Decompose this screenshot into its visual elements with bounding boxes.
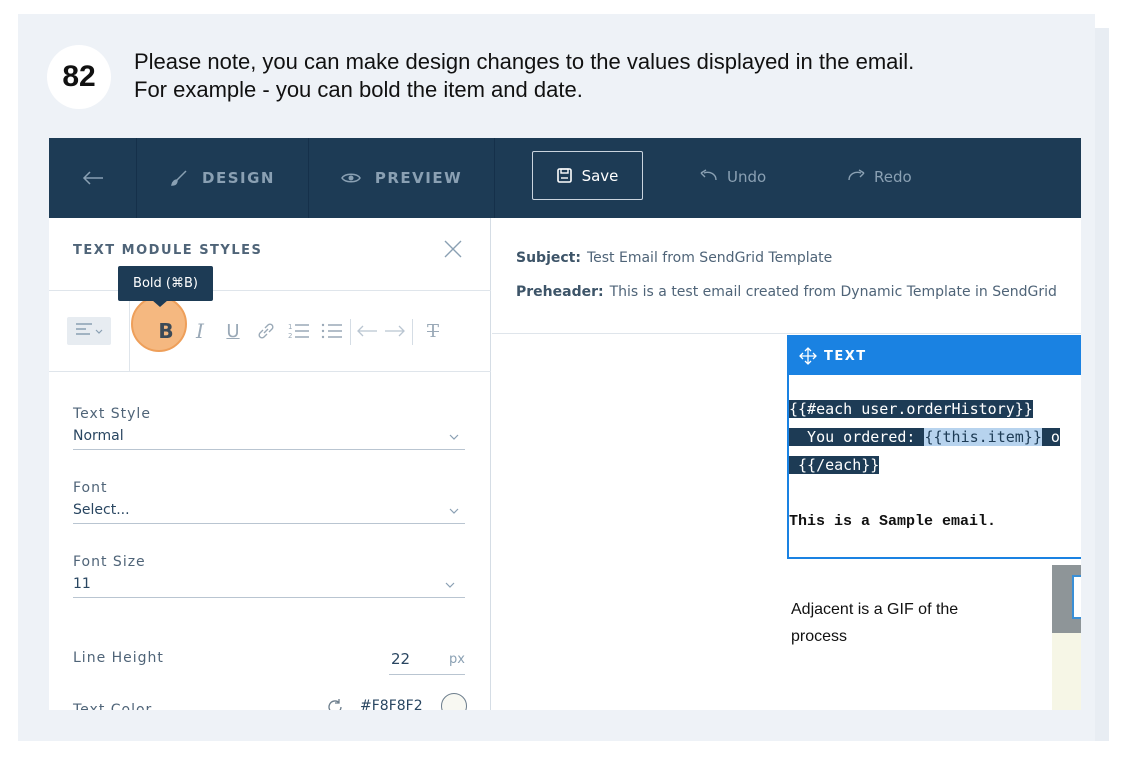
code-line-1[interactable]: {{#each user.orderHistory}} [789, 400, 1033, 418]
chevron-down-icon [449, 430, 459, 443]
tab-preview-label: PREVIEW [374, 169, 463, 187]
chevron-down-icon [445, 578, 455, 591]
gif-note-line-2: process [791, 628, 848, 645]
font-field[interactable]: Font Select... [73, 480, 465, 524]
eye-icon [340, 172, 361, 184]
close-icon[interactable] [444, 240, 466, 262]
arrow-left-icon [82, 166, 104, 191]
line-height-unit: px [449, 652, 465, 667]
back-button[interactable] [49, 138, 137, 218]
code-line-2[interactable]: You ordered: {{this.item}} o [789, 428, 1060, 446]
save-label: Save [581, 166, 619, 185]
underline-button[interactable]: U [222, 317, 244, 345]
code-line-1-text: {{#each user.orderHistory}} [789, 400, 1033, 418]
format-toolbar: B I U 12 T [49, 291, 491, 372]
text-module-label: TEXT [824, 348, 867, 364]
subject-label: Subject: [516, 250, 581, 266]
move-icon[interactable] [799, 347, 817, 365]
code-line-3-text: {{/each}} [789, 456, 880, 474]
font-label: Font [73, 480, 108, 496]
step-number-badge: 82 [47, 45, 111, 109]
bold-button[interactable]: B [153, 317, 179, 345]
step-instruction: Please note, you can make design changes… [134, 48, 1064, 104]
font-size-value: 11 [73, 576, 91, 592]
brush-icon [170, 169, 188, 187]
email-preview: Subject: Test Email from SendGrid Templat… [492, 218, 1081, 710]
gif-note-line-1: Adjacent is a GIF of the [791, 601, 959, 618]
redo-label: Redo [874, 168, 912, 186]
ordered-list-icon[interactable]: 12 [287, 317, 311, 345]
clear-format-icon: T [426, 320, 439, 342]
line-height-input[interactable]: 22 [391, 650, 410, 668]
code-line-2-selected: {{this.item}} [924, 428, 1042, 446]
color-swatch[interactable] [441, 693, 467, 710]
reset-icon[interactable] [326, 698, 344, 710]
svg-text:2: 2 [288, 332, 292, 340]
text-module-styles-panel: TEXT MODULE STYLES B I U 12 T Bold (⌘B) … [49, 218, 491, 710]
font-select[interactable]: Select... [73, 502, 465, 524]
divider [412, 319, 413, 345]
align-dropdown[interactable] [67, 317, 111, 345]
text-color-value[interactable]: #F8F8F2 [360, 698, 423, 710]
code-line-2-prefix: You ordered: [789, 428, 925, 446]
text-style-select[interactable]: Normal [73, 428, 465, 450]
font-size-label: Font Size [73, 554, 146, 570]
chevron-down-icon [95, 322, 103, 340]
italic-button[interactable]: I [189, 317, 211, 345]
preheader-line: Preheader: This is a test email created f… [516, 284, 1057, 300]
text-module-header[interactable]: TEXT [789, 337, 1081, 375]
gif-note: Adjacent is a GIF of the process [791, 596, 1001, 650]
tab-design[interactable]: DESIGN [137, 138, 309, 218]
save-icon [556, 168, 572, 183]
divider [350, 319, 351, 345]
chevron-down-icon [449, 504, 459, 517]
text-style-field[interactable]: Text Style Normal [73, 406, 465, 450]
divider [129, 291, 130, 372]
tab-design-label: DESIGN [202, 169, 275, 187]
divider [492, 333, 1081, 334]
text-module[interactable]: TEXT {{#each user.orderHistory}} You ord… [787, 335, 1081, 559]
font-size-select[interactable]: 11 [73, 576, 465, 598]
align-left-icon [75, 322, 93, 340]
preheader-label: Preheader: [516, 284, 604, 300]
svg-text:1: 1 [288, 323, 292, 331]
clear-format-button[interactable]: T [421, 317, 445, 345]
sendgrid-editor: DESIGN PREVIEW Save Undo Redo TEXT MODUL… [49, 138, 1081, 710]
preheader-value: This is a test email created from Dynami… [609, 284, 1057, 300]
editor-topbar: DESIGN PREVIEW Save Undo Redo [49, 138, 1081, 218]
code-line-2-suffix: o [1041, 428, 1060, 446]
text-style-label: Text Style [73, 406, 151, 422]
link-icon[interactable] [254, 317, 278, 345]
sample-text[interactable]: This is a Sample email. [789, 513, 996, 530]
outdent-icon[interactable] [355, 317, 379, 345]
instruction-line-2: For example - you can bold the item and … [134, 77, 583, 102]
undo-button[interactable]: Undo [699, 162, 766, 192]
indent-icon[interactable] [383, 317, 407, 345]
code-line-3[interactable]: {{/each}} [789, 456, 880, 474]
unordered-list-icon[interactable] [320, 317, 344, 345]
undo-icon [699, 169, 719, 185]
input-underline [389, 674, 465, 675]
undo-label: Undo [727, 168, 767, 186]
save-button[interactable]: Save [532, 151, 643, 200]
text-color-label: Text Color [73, 702, 153, 710]
gif-image [1052, 565, 1081, 710]
panel-title: TEXT MODULE STYLES [73, 243, 263, 258]
instruction-line-1: Please note, you can make design changes… [134, 49, 915, 74]
line-height-field: Line Height 22 px [73, 650, 465, 680]
tooltip-arrow [152, 300, 168, 307]
bold-tooltip: Bold (⌘B) [118, 266, 213, 301]
redo-button[interactable]: Redo [846, 162, 912, 192]
gif-image-frame [1072, 575, 1081, 619]
tab-preview[interactable]: PREVIEW [309, 138, 495, 218]
text-style-value: Normal [73, 428, 124, 444]
redo-icon [846, 169, 866, 185]
subject-line: Subject: Test Email from SendGrid Templat… [516, 250, 832, 266]
subject-value: Test Email from SendGrid Template [586, 250, 833, 266]
font-size-field[interactable]: Font Size 11 [73, 554, 465, 598]
text-color-field: Text Color #F8F8F2 [73, 693, 473, 710]
font-value: Select... [73, 502, 130, 518]
